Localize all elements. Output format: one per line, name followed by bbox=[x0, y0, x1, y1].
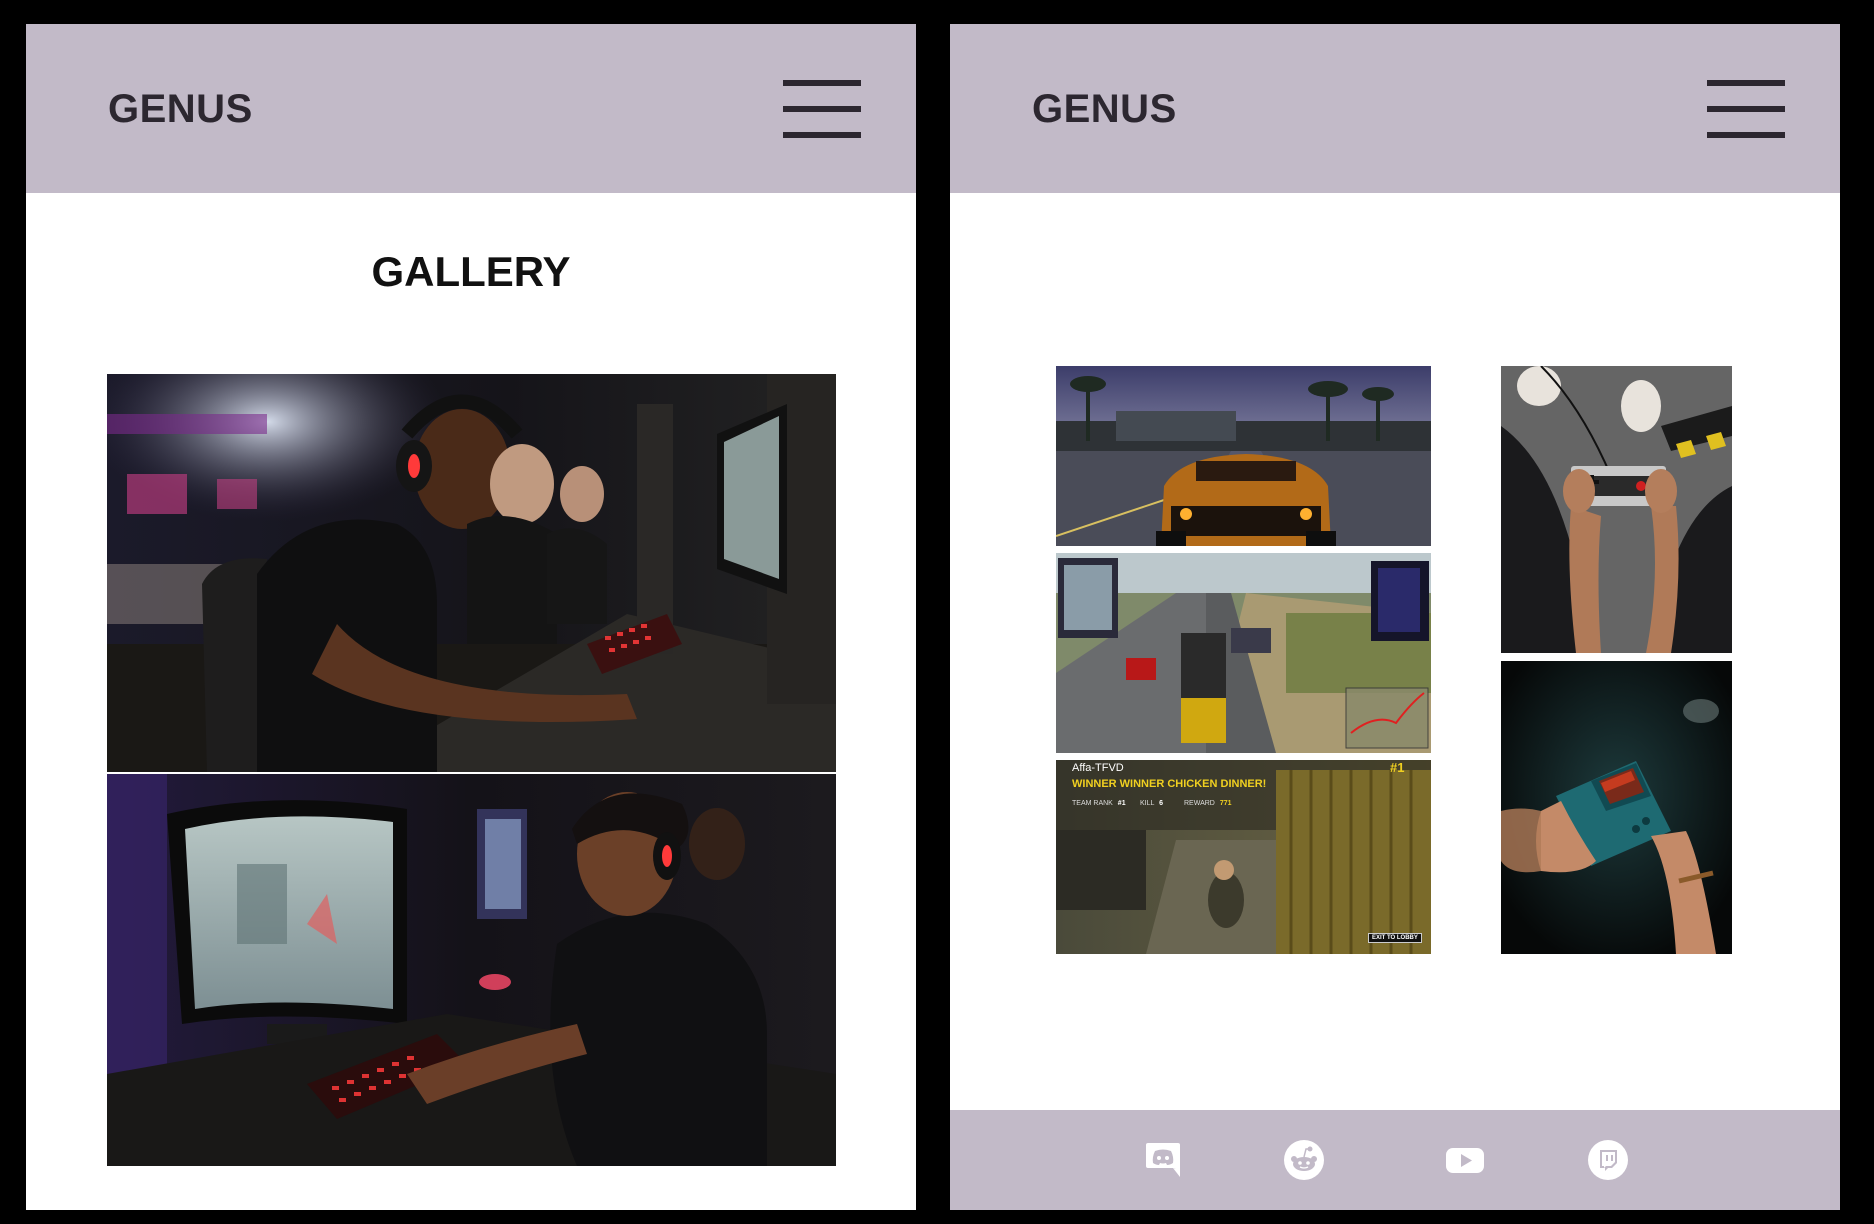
gallery-photo-highway-game[interactable] bbox=[1056, 553, 1431, 753]
header: GENUS bbox=[950, 24, 1840, 193]
discord-icon[interactable] bbox=[1142, 1139, 1184, 1181]
twitch-icon[interactable] bbox=[1587, 1139, 1629, 1181]
kill-label: KILL 6 bbox=[1140, 800, 1163, 807]
youtube-icon[interactable] bbox=[1444, 1139, 1486, 1181]
gallery-photo-racing-game[interactable] bbox=[1056, 366, 1431, 546]
exit-to-lobby-button[interactable]: EXIT TO LOBBY bbox=[1368, 933, 1422, 943]
gallery-screen-left: GENUS GALLERY bbox=[26, 24, 916, 1210]
brand-logo[interactable]: GENUS bbox=[1032, 87, 1177, 132]
reward-label: REWARD 771 bbox=[1184, 800, 1232, 807]
gallery-photo-handheld-console[interactable] bbox=[1501, 661, 1732, 954]
gallery-photo-gamer-man[interactable] bbox=[107, 374, 836, 772]
team-rank-label: TEAM RANK #1 bbox=[1072, 800, 1126, 807]
reddit-icon[interactable] bbox=[1283, 1139, 1325, 1181]
rank-badge: #1 bbox=[1390, 760, 1405, 775]
gallery-photo-gamer-teen[interactable] bbox=[107, 774, 836, 1166]
victory-banner: WINNER WINNER CHICKEN DINNER! bbox=[1072, 778, 1267, 790]
hamburger-menu-icon[interactable] bbox=[783, 80, 861, 138]
header: GENUS bbox=[26, 24, 916, 193]
gallery-photo-nes-controller[interactable] bbox=[1501, 366, 1732, 653]
footer bbox=[950, 1110, 1840, 1210]
player-name: Affa-TFVD bbox=[1072, 762, 1124, 774]
brand-logo[interactable]: GENUS bbox=[108, 87, 253, 132]
page-title: GALLERY bbox=[371, 248, 571, 295]
gallery-screen-right: GENUS Affa-TFVD WINNER WINNER CHICKEN DI… bbox=[950, 24, 1840, 1210]
hamburger-menu-icon[interactable] bbox=[1707, 80, 1785, 138]
gallery-photo-victory-game[interactable]: Affa-TFVD WINNER WINNER CHICKEN DINNER! … bbox=[1056, 760, 1431, 954]
